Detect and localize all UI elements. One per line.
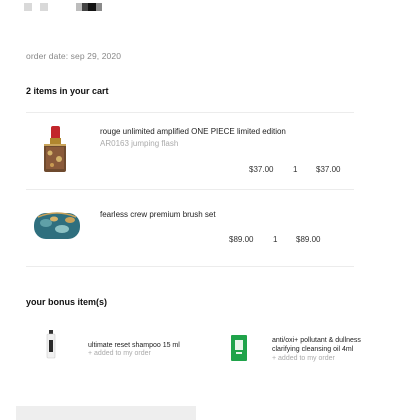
divider [26,266,354,267]
bonus-item: anti/oxi+ pollutant & dullness clarifyin… [210,328,420,368]
unit-price: $89.00 [229,235,254,244]
bonus-note: + added to my order [272,355,335,362]
order-date: order date: sep 29, 2020 [26,51,122,61]
cart-item: rouge unlimited amplified ONE PIECE limi… [0,112,420,188]
signal-icon [76,3,102,11]
bonus-note: + added to my order [88,350,151,357]
bottom-panel [16,406,196,420]
lipstick-icon[interactable] [40,124,70,174]
status-indicators [24,3,114,11]
quantity: 1 [273,235,278,244]
unit-price: $37.00 [249,165,274,174]
shampoo-tube-icon [46,330,56,360]
bonus-name: ultimate reset shampoo 15 ml [88,342,180,349]
bonus-name-line2: clarifying cleansing oil 4ml [272,346,354,353]
cleansing-oil-sample-icon [230,334,248,362]
cart-item: fearless crew premium brush set $89.00 1… [0,189,420,265]
line-total: $89.00 [296,235,321,244]
product-name[interactable]: rouge unlimited amplified ONE PIECE limi… [100,127,286,136]
cart-title: 2 items in your cart [26,86,109,96]
bonus-item: ultimate reset shampoo 15 ml + added to … [0,328,210,368]
bonus-title: your bonus item(s) [26,297,108,307]
product-name[interactable]: fearless crew premium brush set [100,210,216,219]
indicator-square [24,3,32,11]
product-variant: AR0163 jumping flash [100,139,179,148]
indicator-square [40,3,48,11]
bonus-name-line1: anti/oxi+ pollutant & dullness [272,337,361,344]
quantity: 1 [293,165,298,174]
line-total: $37.00 [316,165,341,174]
brush-pouch-icon[interactable] [32,207,82,243]
